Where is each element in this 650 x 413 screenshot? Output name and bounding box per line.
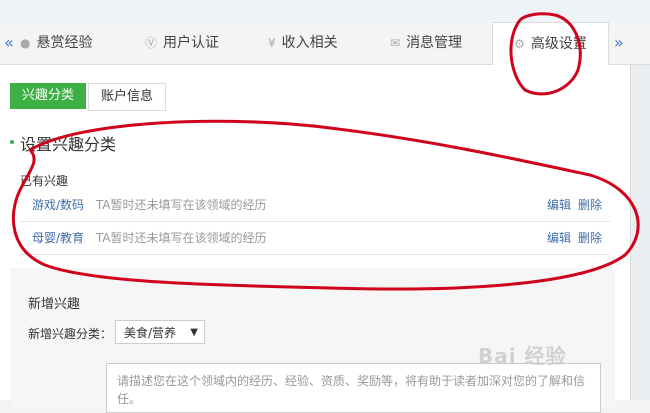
baidu-watermark: Bai 经验 (478, 344, 567, 368)
red-ellipse-annotation (11, 119, 640, 291)
red-circle-annotation (509, 12, 582, 96)
